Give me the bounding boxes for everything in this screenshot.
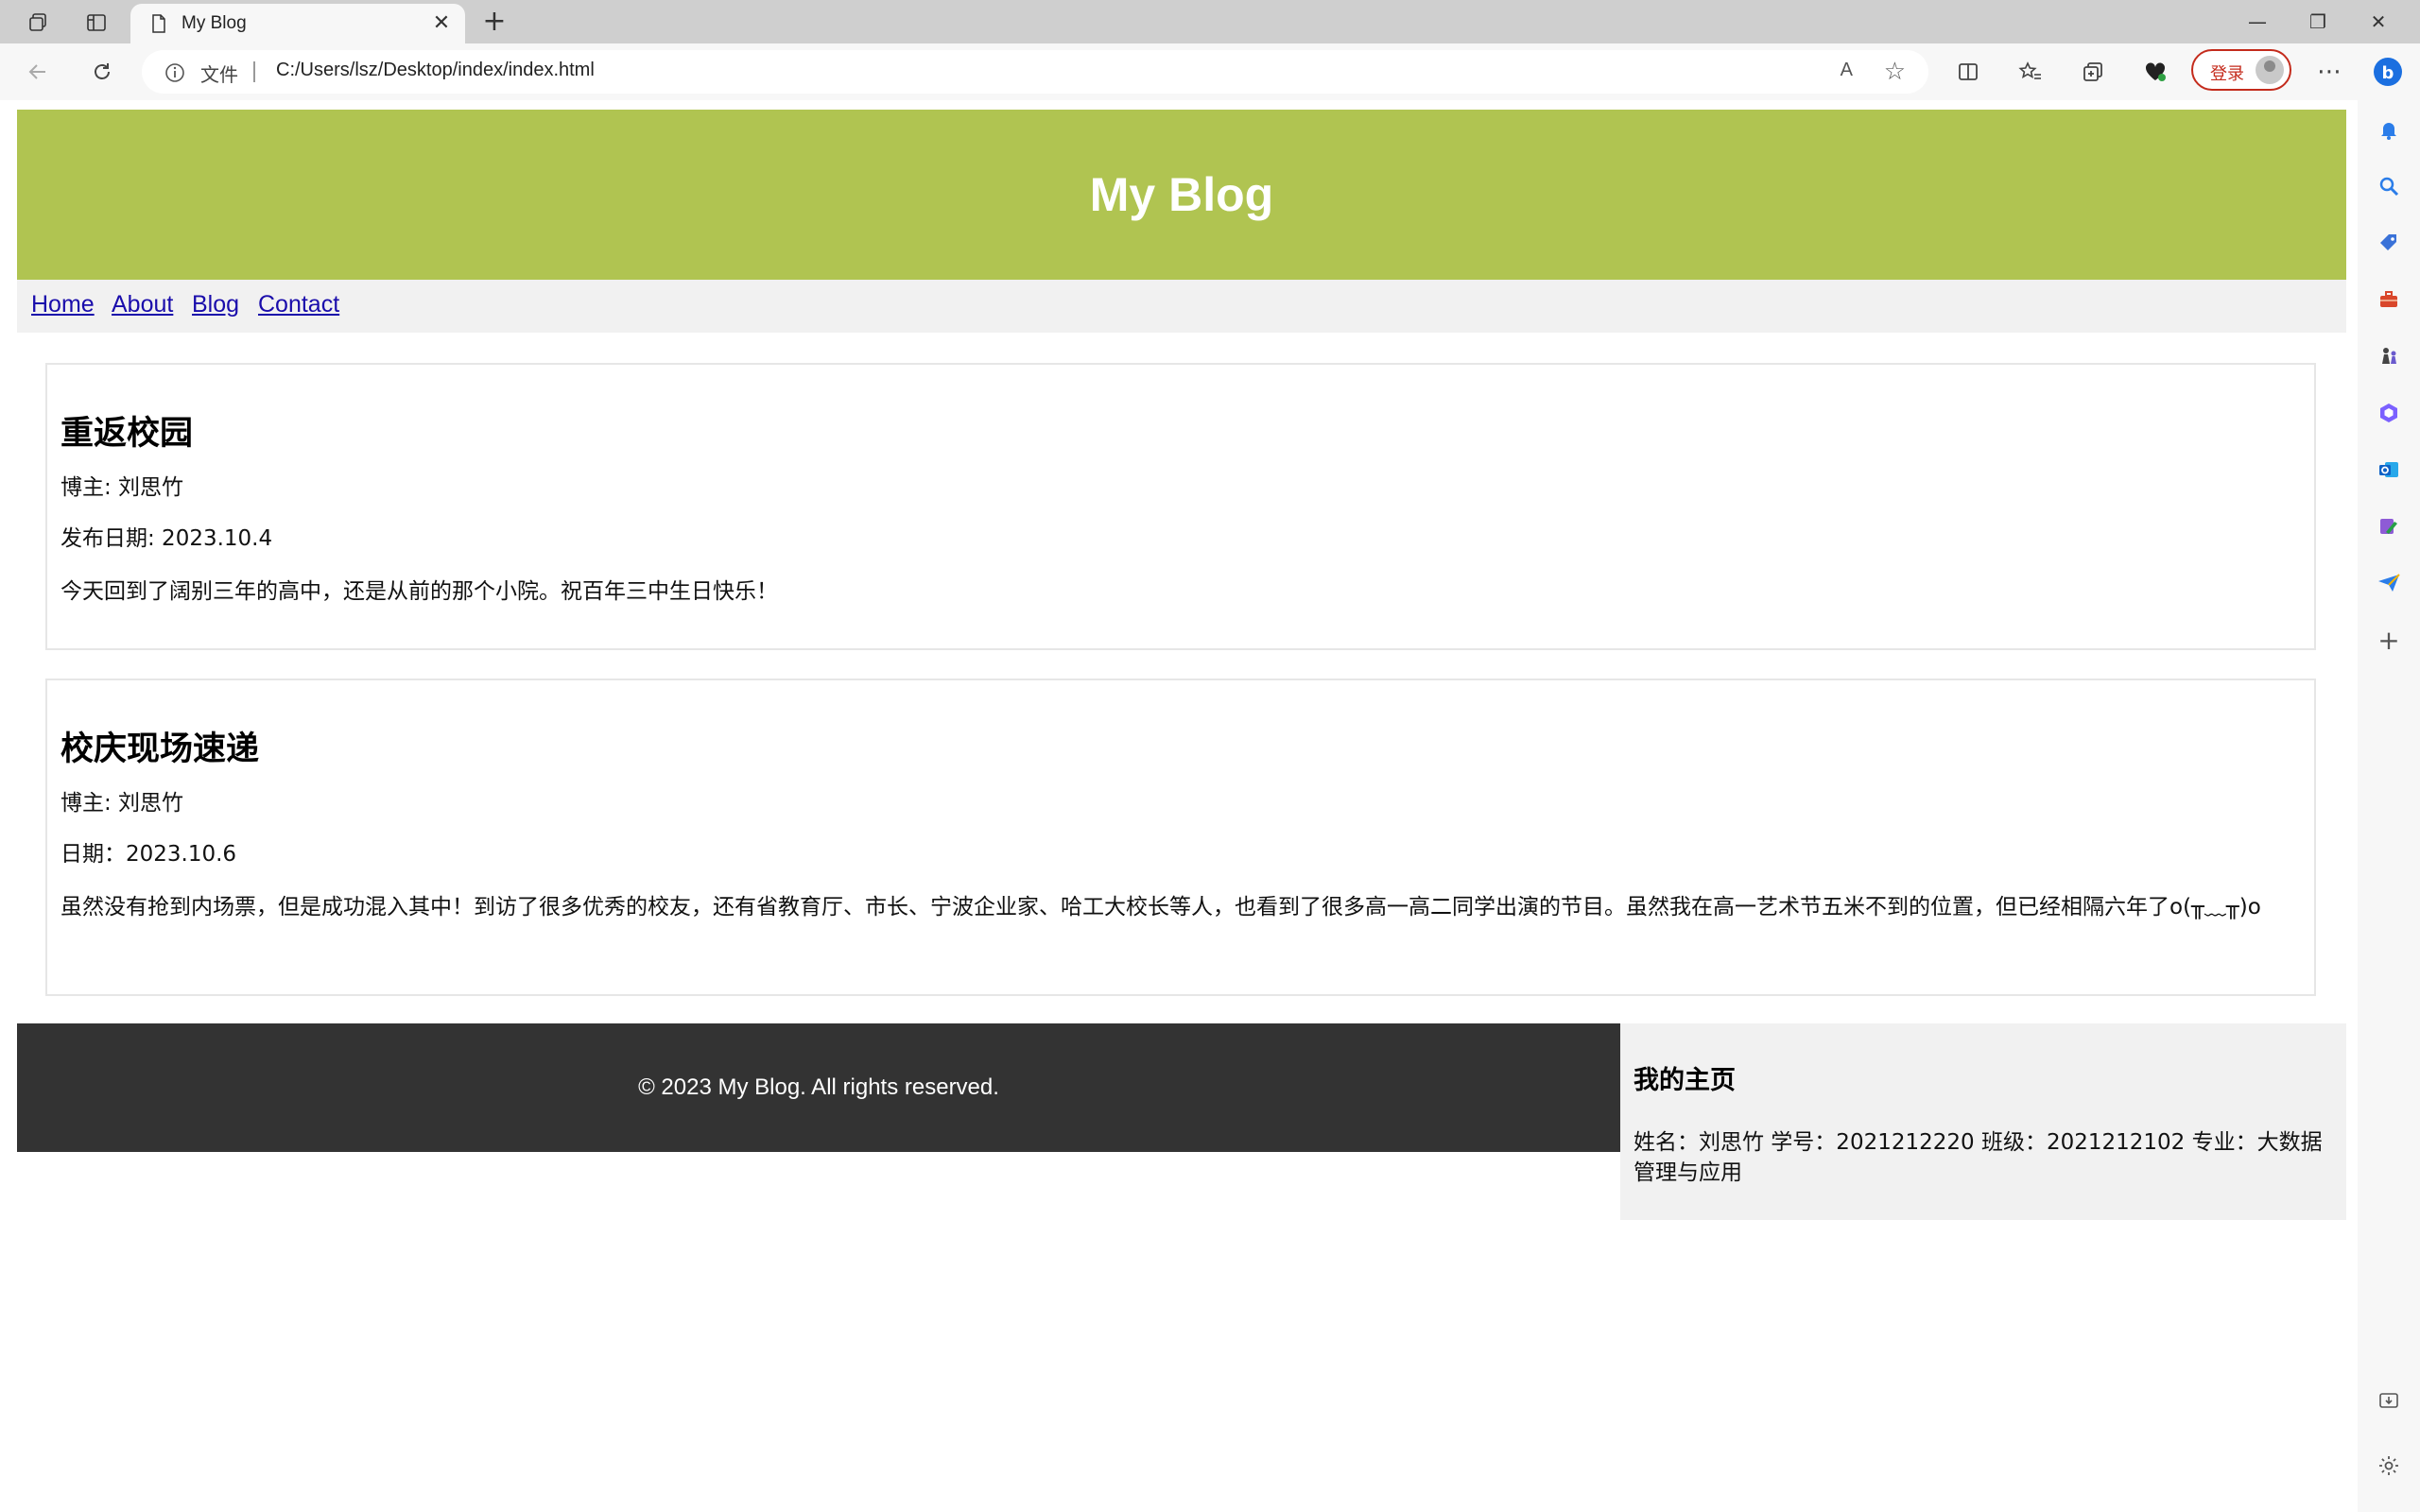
outlook-icon[interactable] [2373,454,2405,486]
browser-toolbar: 文件 C:/Users/lsz/Desktop/index/index.html… [0,43,2420,100]
designer-icon[interactable] [2373,510,2405,542]
address-separator [253,61,255,82]
page-icon [152,14,165,33]
tab-title: My Blog [182,13,247,33]
search-icon[interactable] [2373,170,2405,202]
nav-link-home[interactable]: Home [31,291,95,318]
nav-bar: Home About Blog Contact [17,280,2346,333]
blog-title: My Blog [1089,168,1274,221]
profile-aside: 我的主页 姓名：刘思竹 学号：2021212220 班级：2021212102 … [1620,1023,2346,1220]
url-text[interactable]: C:/Users/lsz/Desktop/index/index.html [276,60,595,81]
post-date: 发布日期: 2023.10.4 [60,526,273,551]
post-date: 日期：2023.10.6 [60,842,237,867]
close-window-icon[interactable]: ✕ [2348,0,2409,43]
post-title: 校庆现场速递 [60,730,260,768]
split-screen-icon[interactable] [1951,55,1985,89]
nav-link-about[interactable]: About [112,291,173,318]
nav-link-blog[interactable]: Blog [192,291,239,318]
post-author: 博主: 刘思竹 [60,791,184,816]
tab-bar: My Blog ✕ + — ❐ ✕ [0,0,2420,43]
address-bar[interactable]: 文件 C:/Users/lsz/Desktop/index/index.html… [142,50,1928,94]
post-author: 博主: 刘思竹 [60,475,184,500]
refresh-icon[interactable] [85,55,119,89]
collections-icon[interactable] [2076,55,2110,89]
info-icon[interactable] [164,62,185,83]
vertical-tabs-icon[interactable] [81,8,112,38]
more-menu-icon[interactable]: ⋯ [2312,55,2346,89]
footer: © 2023 My Blog. All rights reserved. [17,1023,1620,1152]
notification-bell-icon[interactable] [2373,113,2405,146]
post-content: 今天回到了阔别三年的高中，还是从前的那个小院。祝百年三中生日快乐！ [60,579,778,604]
copyright-text: © 2023 My Blog. All rights reserved. [638,1074,999,1100]
new-tab-button[interactable]: + [478,6,510,38]
restore-icon[interactable]: ❐ [2288,0,2348,43]
blog-post: 校庆现场速递 博主: 刘思竹 日期：2023.10.6 虽然没有抢到内场票，但是… [45,679,2316,996]
edge-sidebar: + [2358,100,2420,1512]
shopping-tag-icon[interactable] [2373,227,2405,259]
browser-essentials-icon[interactable] [2138,55,2172,89]
microsoft365-icon[interactable] [2373,397,2405,429]
send-icon[interactable] [2373,567,2405,599]
blog-header: My Blog [17,110,2346,280]
tools-icon[interactable] [2373,284,2405,316]
blog-post: 重返校园 博主: 刘思竹 发布日期: 2023.10.4 今天回到了阔别三年的高… [45,363,2316,650]
svg-text:b: b [2382,63,2394,83]
favorite-star-icon[interactable]: ☆ [1884,58,1906,86]
post-content: 虽然没有抢到内场票，但是成功混入其中！到访了很多优秀的校友，还有省教育厅、市长、… [60,895,2261,919]
active-tab[interactable]: My Blog ✕ [130,4,465,43]
tab-actions-icon[interactable] [23,8,53,38]
minimize-icon[interactable]: — [2227,0,2288,43]
post-title: 重返校园 [60,415,194,453]
nav-link-contact[interactable]: Contact [258,291,339,318]
page-viewport: My Blog Home About Blog Contact 重返校园 博主:… [0,100,2358,1512]
read-aloud-icon[interactable]: A [1841,60,1853,81]
avatar [2256,56,2284,84]
aside-title: 我的主页 [1634,1066,1736,1095]
back-icon[interactable] [21,55,55,89]
games-icon[interactable] [2373,340,2405,372]
login-label: 登录 [2210,64,2244,84]
close-tab-icon[interactable]: ✕ [429,11,454,36]
settings-gear-icon[interactable] [2373,1450,2405,1482]
login-button[interactable]: 登录 [2191,49,2291,91]
screenshot-icon[interactable] [2373,1385,2405,1418]
favorites-icon[interactable] [2014,55,2048,89]
address-prefix: 文件 [200,65,238,86]
add-icon[interactable]: + [2373,624,2405,656]
aside-info: 姓名：刘思竹 学号：2021212220 班级：2021212102 专业：大数… [1634,1130,2323,1185]
copilot-icon[interactable]: b [2371,55,2405,89]
